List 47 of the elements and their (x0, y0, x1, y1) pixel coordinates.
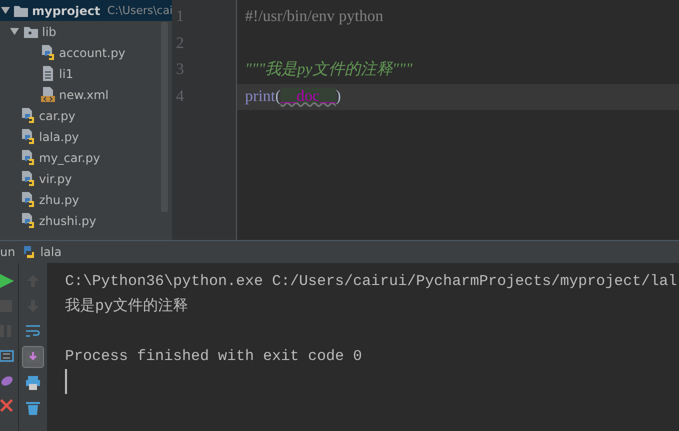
tree-item[interactable]: myproject C:\Users\cai (0, 0, 172, 21)
expand-arrow-icon[interactable] (1, 6, 10, 15)
expand-arrow-icon[interactable] (10, 27, 20, 36)
file-name: my_car.py (39, 150, 100, 164)
console-command: C:\Python36\python.exe C:/Users/cairui/PycharmProjects/myproject/lal (65, 272, 678, 292)
tree-item[interactable]: car.py (0, 105, 172, 126)
tree-item[interactable]: li1 (0, 63, 172, 84)
project-name: myproject (32, 4, 100, 18)
file-name: car.py (39, 108, 76, 122)
tree-item[interactable]: zhushi.py (0, 210, 172, 231)
file-name: li1 (59, 66, 74, 80)
python-file-icon (20, 128, 36, 145)
file-name: new.xml (59, 88, 109, 102)
folder-icon (23, 24, 39, 38)
console-status: Process finished with exit code 0 (65, 347, 364, 367)
tree-item[interactable]: lala.py (0, 126, 172, 147)
tree-item[interactable]: zhu.py (0, 189, 172, 210)
tool-window-title: un (0, 245, 16, 259)
file-name: account.py (59, 46, 126, 60)
file-name: vir.py (39, 172, 72, 186)
file-name: zhushi.py (39, 214, 96, 228)
tree-item[interactable]: lib (0, 21, 172, 42)
python-file-icon (40, 44, 56, 61)
scroll-to-end-icon[interactable] (22, 346, 44, 368)
file-name: lala.py (39, 130, 79, 144)
tree-item[interactable]: my_car.py (0, 147, 172, 168)
run-icon[interactable] (0, 271, 16, 291)
python-file-icon (20, 170, 36, 187)
run-config-tab[interactable]: lala (21, 244, 62, 260)
python-file-icon (20, 191, 36, 208)
python-file-icon (20, 149, 36, 166)
file-name: lib (42, 24, 56, 38)
file-name: zhu.py (39, 192, 80, 206)
console-output: 我是py文件的注释 (65, 296, 190, 317)
python-file-icon (20, 107, 36, 124)
project-path: C:\Users\cai (107, 4, 172, 17)
code-line: #!/usr/bin/env python (244, 7, 384, 27)
folder-icon (13, 4, 29, 18)
code-line: """我是py文件的注释""" (244, 60, 414, 80)
tree-item[interactable]: new.xml (0, 84, 172, 105)
tree-item[interactable]: account.py (0, 42, 172, 63)
scrollbar[interactable] (161, 22, 168, 212)
python-file-icon (20, 212, 36, 229)
xml-file-icon (40, 86, 56, 103)
printer-icon[interactable] (23, 373, 43, 393)
tree-item[interactable]: vir.py (0, 168, 172, 189)
text-file-icon (40, 65, 56, 82)
